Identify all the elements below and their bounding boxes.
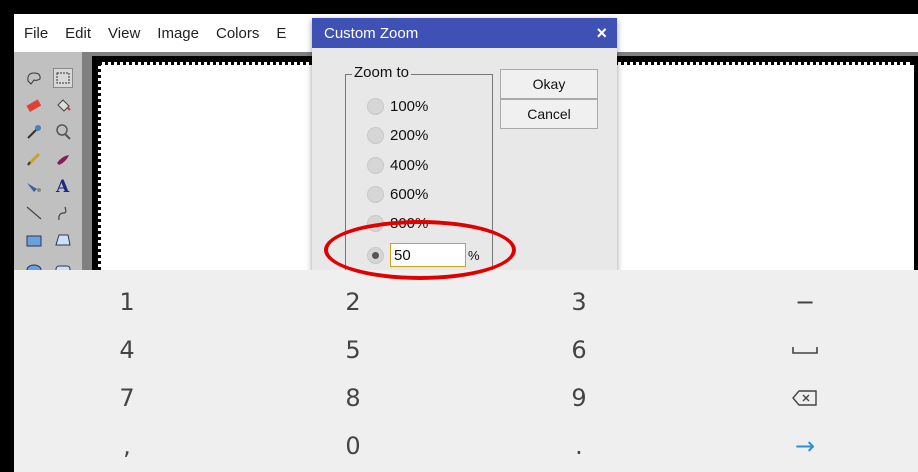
menu-file[interactable]: File [24, 25, 48, 42]
toolbox: A [14, 52, 82, 292]
rect-select-icon[interactable] [53, 68, 73, 88]
zoom-option-label: 600% [390, 186, 429, 203]
menu-colors[interactable]: Colors [216, 25, 259, 42]
zoom-option-600[interactable]: 600% [367, 186, 428, 203]
backspace-icon [792, 390, 817, 406]
key-1[interactable]: 1 [14, 278, 240, 326]
key-enter[interactable]: → [692, 422, 918, 470]
key-period[interactable]: . [466, 422, 692, 470]
okay-button[interactable]: Okay [500, 69, 598, 99]
magnifier-icon[interactable] [53, 122, 73, 142]
color-picker-icon[interactable] [24, 122, 44, 142]
dialog-title-bar: Custom Zoom × [312, 18, 617, 48]
screen: File Edit View Image Colors E A Custom Z… [14, 14, 918, 472]
eraser-icon[interactable] [24, 95, 44, 115]
fill-bucket-icon[interactable] [53, 95, 73, 115]
key-9[interactable]: 9 [466, 374, 692, 422]
rectangle-icon[interactable] [24, 230, 44, 250]
key-comma[interactable]: , [14, 422, 240, 470]
zoom-option-100[interactable]: 100% [367, 98, 428, 115]
menu-view[interactable]: View [108, 25, 140, 42]
menu-edit[interactable]: Edit [65, 25, 91, 42]
airbrush-icon[interactable] [24, 176, 44, 196]
space-icon [792, 347, 818, 354]
radio-icon[interactable] [367, 186, 384, 203]
menu-image[interactable]: Image [157, 25, 199, 42]
zoom-group-label: Zoom to [352, 64, 412, 81]
key-space[interactable]: ␣ [692, 326, 918, 374]
key-4[interactable]: 4 [14, 326, 240, 374]
brush-icon[interactable] [53, 149, 73, 169]
close-icon[interactable]: × [596, 23, 607, 44]
zoom-option-200[interactable]: 200% [367, 127, 428, 144]
menu-extras[interactable]: E [276, 25, 286, 42]
key-0[interactable]: 0 [240, 422, 466, 470]
zoom-option-label: 200% [390, 127, 429, 144]
cancel-button[interactable]: Cancel [500, 99, 598, 129]
zoom-option-400[interactable]: 400% [367, 157, 428, 174]
polygon-icon[interactable] [53, 230, 73, 250]
svg-text:A: A [55, 177, 70, 195]
key-3[interactable]: 3 [466, 278, 692, 326]
red-highlight-ellipse [324, 220, 516, 280]
line-icon[interactable] [24, 203, 44, 223]
pencil-icon[interactable] [24, 149, 44, 169]
radio-icon[interactable] [367, 157, 384, 174]
zoom-option-label: 400% [390, 157, 429, 174]
radio-icon[interactable] [367, 127, 384, 144]
radio-icon[interactable] [367, 98, 384, 115]
key-5[interactable]: 5 [240, 326, 466, 374]
numeric-keyboard: 1 2 3 − 4 5 6 ␣ 7 8 9 ⌫ , 0 . → [14, 270, 918, 472]
key-2[interactable]: 2 [240, 278, 466, 326]
key-6[interactable]: 6 [466, 326, 692, 374]
key-minus[interactable]: − [692, 278, 918, 326]
key-8[interactable]: 8 [240, 374, 466, 422]
key-backspace[interactable]: ⌫ [692, 374, 918, 422]
text-icon[interactable]: A [53, 176, 73, 196]
zoom-option-label: 100% [390, 98, 429, 115]
dialog-title: Custom Zoom [324, 24, 419, 42]
curve-icon[interactable] [53, 203, 73, 223]
key-7[interactable]: 7 [14, 374, 240, 422]
free-select-icon[interactable] [24, 68, 44, 88]
